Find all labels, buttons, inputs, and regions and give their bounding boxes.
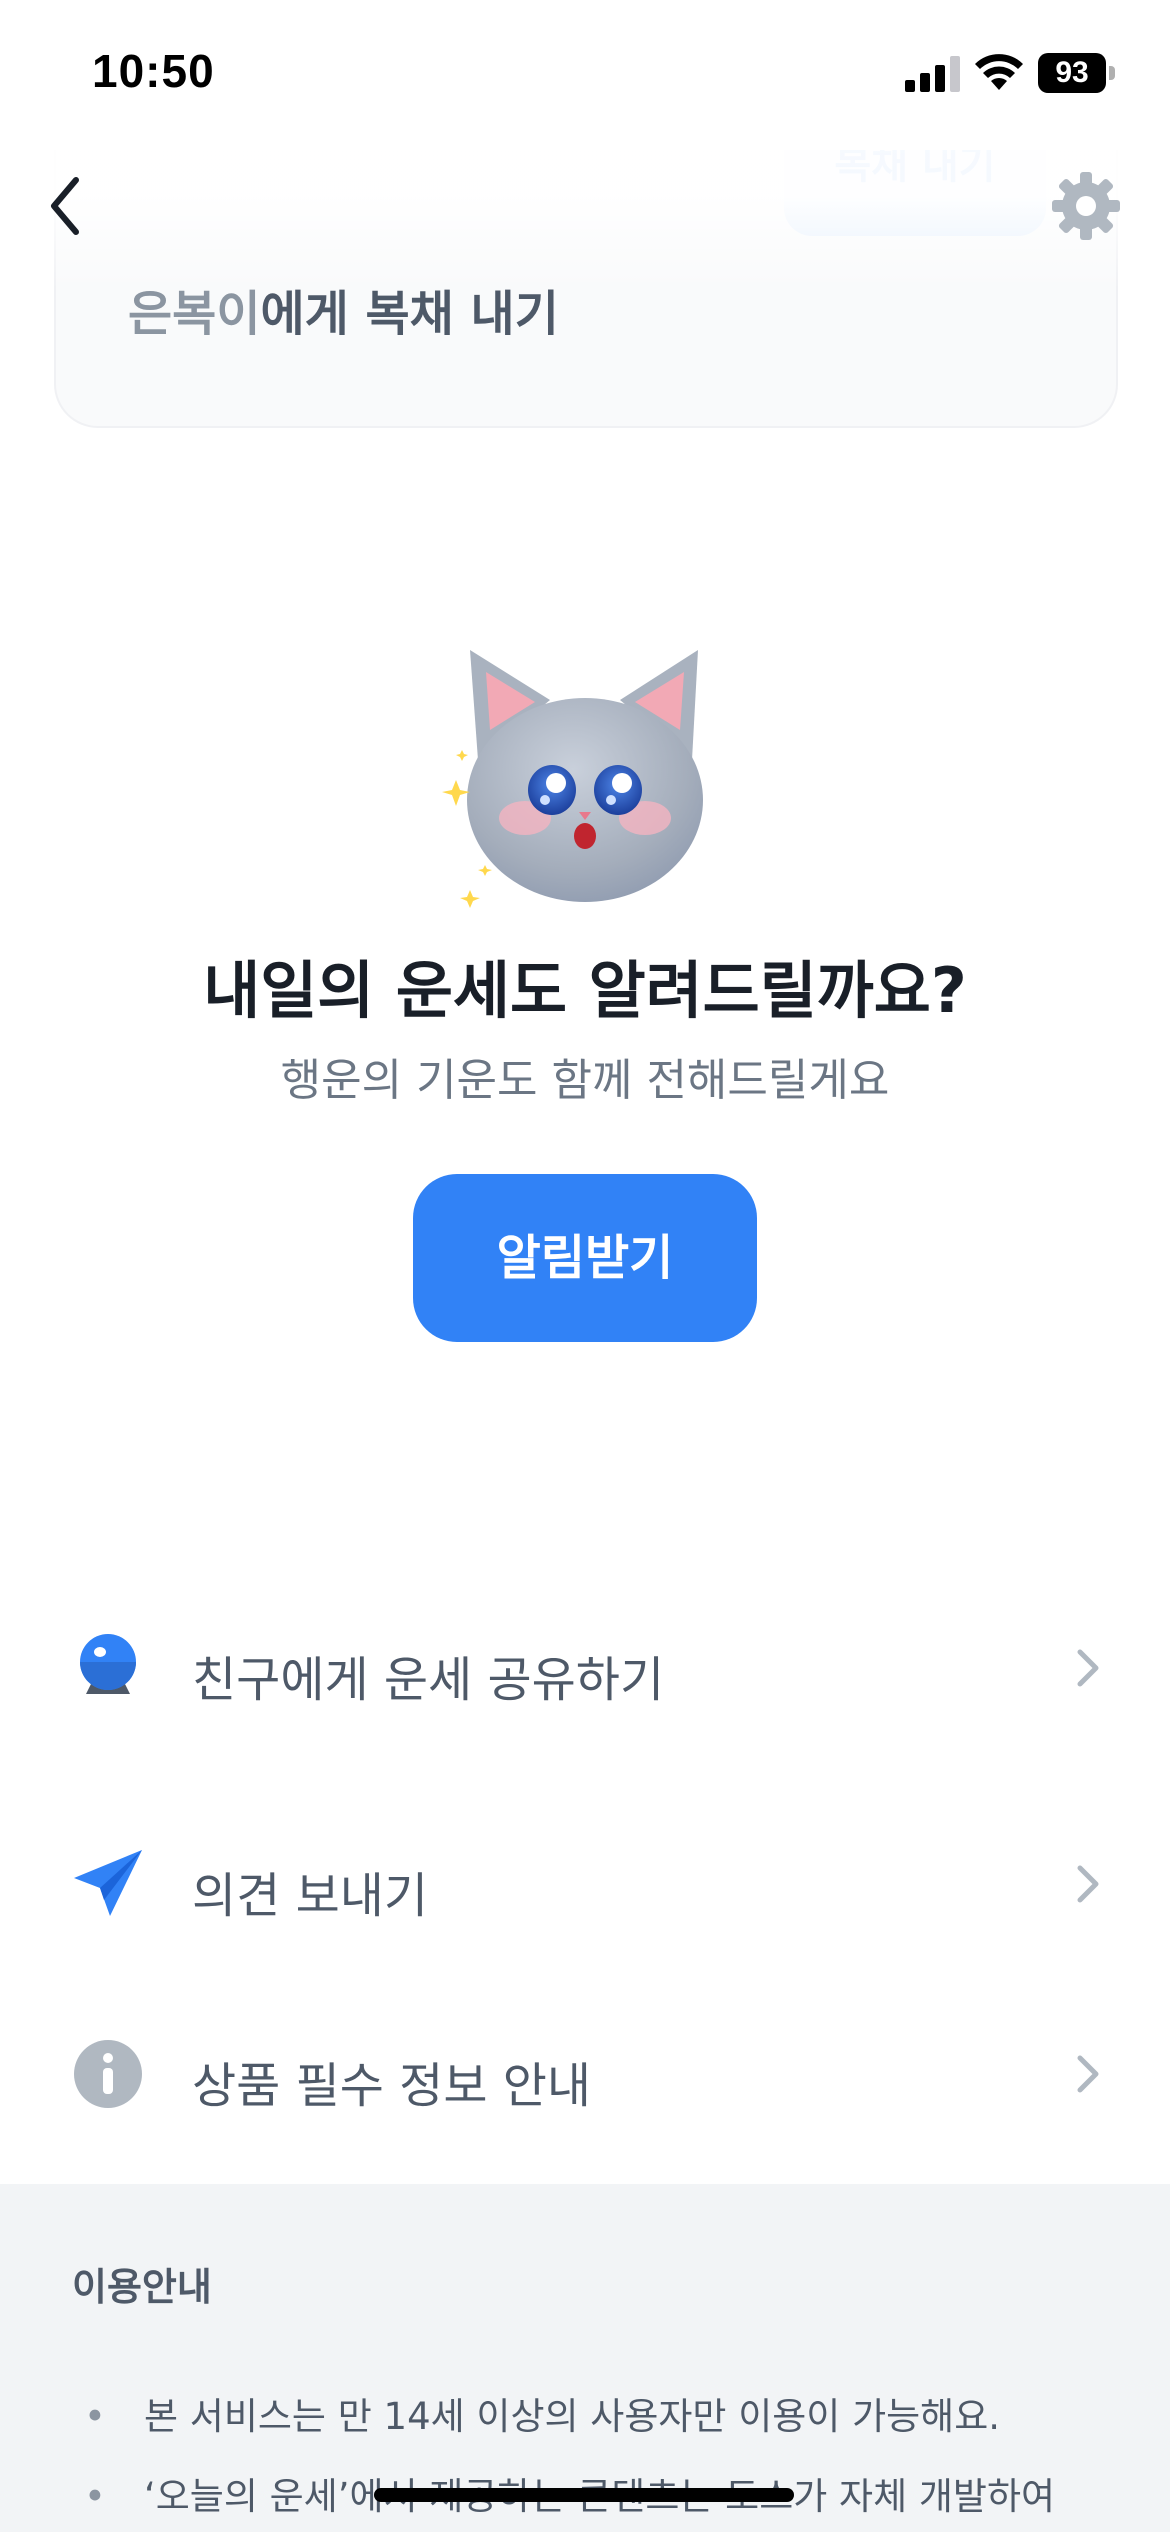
- chevron-right-icon: [1077, 2055, 1099, 2093]
- status-time: 10:50: [92, 45, 215, 97]
- menu-item-share[interactable]: 친구에게 운세 공유하기: [0, 1588, 1170, 1748]
- signal-icon: [905, 56, 960, 92]
- usage-info-text: 본 서비스는 만 14세 이상의 사용자만 이용이 가능해요.: [144, 2395, 1001, 2438]
- hero-subtitle: 행운의 기운도 함께 전해드릴게요: [280, 1055, 890, 1106]
- usage-info-section: 이용안내 • 본 서비스는 만 14세 이상의 사용자만 이용이 가능해요. • ‘…: [0, 2184, 1170, 2532]
- tip-card-text: 은복이에게 복채 내기: [128, 274, 559, 344]
- tip-card-suffix: 에게 복채 내기: [260, 286, 559, 342]
- notify-button[interactable]: 알림받기: [413, 1174, 757, 1342]
- chevron-right-icon: [1077, 1649, 1099, 1687]
- tip-card: 은복이에게 복채 내기 복채 내기: [54, 150, 1118, 428]
- crystal-ball-icon: [80, 1634, 136, 1694]
- bullet: •: [84, 2395, 106, 2438]
- wifi-icon: [975, 54, 1023, 90]
- battery-icon: 93: [1038, 53, 1116, 93]
- menu-label-share: 친구에게 운세 공유하기: [192, 1652, 665, 1708]
- usage-info-title: 이용안내: [72, 2265, 212, 2309]
- gear-icon[interactable]: [1050, 170, 1122, 242]
- chevron-right-icon: [1077, 1865, 1099, 1903]
- bullet: •: [84, 2475, 106, 2518]
- home-indicator: [374, 2488, 794, 2502]
- tip-card-name: 은복이: [128, 286, 261, 342]
- info-icon: [74, 2040, 142, 2108]
- battery-tip: [1109, 66, 1115, 80]
- hero-title: 내일의 운세도 알려드릴까요?: [203, 954, 967, 1027]
- menu-item-product-info[interactable]: 상품 필수 정보 안내: [0, 1994, 1170, 2154]
- chevron-left-icon[interactable]: [40, 168, 100, 244]
- tip-button[interactable]: 복채 내기: [784, 150, 1046, 236]
- menu-label-product-info: 상품 필수 정보 안내: [192, 2058, 592, 2114]
- cat-mascot-illustration: [442, 650, 703, 908]
- paper-plane-icon: [74, 1850, 142, 1916]
- fortune-page: 은복이에게 복채 내기 복채 내기 10:50 93 내일의 운세도 알려드릴까…: [0, 0, 1170, 2532]
- usage-info-line: • 본 서비스는 만 14세 이상의 사용자만 이용이 가능해요.: [84, 2386, 1000, 2440]
- status-bar: 10:50 93: [0, 0, 1170, 150]
- menu-label-feedback: 의견 보내기: [192, 1868, 429, 1924]
- menu-item-feedback[interactable]: 의견 보내기: [0, 1804, 1170, 1964]
- battery-level: 93: [1038, 53, 1106, 93]
